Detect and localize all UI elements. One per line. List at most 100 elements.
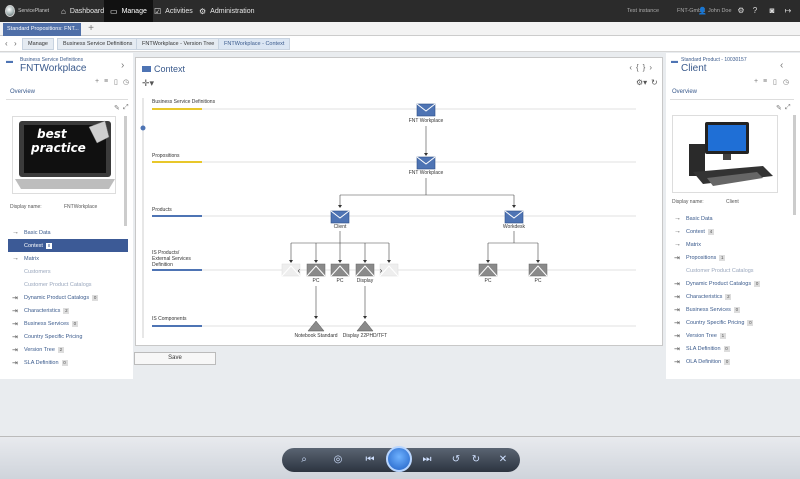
left-item[interactable]: ⇥ Characteristics 2 xyxy=(8,304,128,317)
left-item[interactable]: → Basic Data xyxy=(8,226,128,239)
count-badge: 0 xyxy=(747,319,754,326)
arrow-icon: ⇥ xyxy=(12,307,18,315)
scroll-left-icon: ‹ xyxy=(298,266,301,275)
expand-icon[interactable]: ⤢ xyxy=(123,104,129,112)
expand-icon[interactable]: ⤢ xyxy=(785,104,791,112)
nav-administration[interactable]: ⚙ Administration xyxy=(193,0,261,22)
list-icon[interactable]: ≡ xyxy=(763,78,767,85)
display-name-label: Display name: xyxy=(672,199,704,205)
connector-arrow xyxy=(486,260,490,263)
right-item[interactable]: ⇥ Propositions 1 xyxy=(670,251,794,264)
left-relations-list: → Basic Data Context 8 → Matrix Customers Custo… xyxy=(8,226,128,369)
left-scrollbar[interactable] xyxy=(124,116,127,226)
settings-icon[interactable]: ⚙ xyxy=(736,6,746,16)
divider xyxy=(6,99,128,100)
left-item[interactable]: Context 8 xyxy=(8,239,128,252)
list-item-label: Business Services 0 xyxy=(686,306,740,313)
chevron-right-icon[interactable]: › xyxy=(121,60,124,71)
nav-manage[interactable]: ▭ Manage xyxy=(104,0,153,22)
right-item[interactable]: ⇥ SLA Definition 0 xyxy=(670,342,794,355)
right-item[interactable]: → Context 4 xyxy=(670,225,794,238)
list-item-label: Basic Data xyxy=(24,229,51,236)
camera-icon[interactable]: ◙ xyxy=(767,6,777,16)
node-label: Notebook Standard xyxy=(294,333,337,339)
left-item[interactable]: ⇥ Country Specific Pricing xyxy=(8,330,128,343)
product-icon: ▬ xyxy=(671,58,678,65)
nav-dashboard[interactable]: ⌂ Dashboard xyxy=(55,0,110,22)
nav-activities-label: Activities xyxy=(165,7,193,15)
arrow-icon: → xyxy=(12,229,19,236)
delete-icon[interactable]: ✕ xyxy=(497,454,509,466)
right-item[interactable]: ⇥ Version Tree 1 xyxy=(670,329,794,342)
back-arrow-icon[interactable]: ‹ xyxy=(5,39,8,48)
breadcrumb-business-service-definitions[interactable]: Business Service Definitions xyxy=(57,38,139,50)
right-relations-list: → Basic Data → Context 4 → Matrix ⇥ Propositions… xyxy=(670,212,794,368)
list-item-label: Dynamic Product Catalogs 0 xyxy=(686,280,761,287)
nav-activities[interactable]: ☑ Activities xyxy=(148,0,199,22)
edit-icon[interactable]: ✎ xyxy=(776,104,782,112)
left-item[interactable]: ⇥ Version Tree 2 xyxy=(8,343,128,356)
help-icon[interactable]: ? xyxy=(750,6,760,16)
add-icon[interactable]: + xyxy=(754,78,758,85)
add-icon[interactable]: + xyxy=(95,78,99,85)
breadcrumb-manage[interactable]: Manage xyxy=(22,38,54,50)
serviceplanet-logo[interactable]: ServicePlanet xyxy=(5,4,49,18)
list-item-label: Customer Product Catalogs xyxy=(686,267,754,274)
previous-icon[interactable]: ⏮ xyxy=(364,454,376,466)
zoom-icon[interactable]: ⌕ xyxy=(298,454,310,466)
left-item[interactable]: ⇥ SLA Definition 0 xyxy=(8,356,128,369)
logout-icon[interactable]: ↦ xyxy=(783,6,793,16)
right-item[interactable]: Customer Product Catalogs xyxy=(670,264,794,277)
connector-arrow xyxy=(314,260,318,263)
breadcrumb-version-tree[interactable]: FNTWorkplace - Version Tree xyxy=(136,38,221,50)
right-item[interactable]: ⇥ Business Services 0 xyxy=(670,303,794,316)
node-label: Workdesk xyxy=(503,224,526,230)
arrow-icon: ⇥ xyxy=(674,345,680,353)
clipboard-icon[interactable]: ▯ xyxy=(114,78,118,86)
breadcrumb-context[interactable]: FNTWorkplace - Context xyxy=(218,38,291,50)
list-item-label: Customer Product Catalogs xyxy=(24,281,92,288)
chevron-left-icon[interactable]: ‹ xyxy=(780,60,783,71)
arrow-icon: ⇥ xyxy=(12,359,18,367)
right-scrollbar[interactable] xyxy=(793,115,796,215)
rotate-left-icon[interactable]: ↺ xyxy=(450,454,462,466)
clipboard-icon[interactable]: ▯ xyxy=(773,78,777,86)
add-tab-icon[interactable]: + xyxy=(84,23,98,35)
left-item[interactable]: ⇥ Business Services 0 xyxy=(8,317,128,330)
arrow-icon: → xyxy=(674,215,681,222)
right-overview-link[interactable]: Overview xyxy=(672,89,697,95)
logo-text: ServicePlanet xyxy=(18,8,49,14)
save-button[interactable]: Save xyxy=(134,352,216,365)
right-item[interactable]: ⇥ Dynamic Product Catalogs 0 xyxy=(670,277,794,290)
right-item[interactable]: ⇥ OLA Definition 0 xyxy=(670,355,794,368)
forward-arrow-icon[interactable]: › xyxy=(14,39,17,48)
history-icon[interactable]: ◷ xyxy=(123,78,129,86)
left-item[interactable]: Customer Product Catalogs xyxy=(8,278,128,291)
left-item[interactable]: ⇥ Dynamic Product Catalogs 0 xyxy=(8,291,128,304)
count-badge: 0 xyxy=(61,359,68,366)
right-item[interactable]: ⇥ Characteristics 2 xyxy=(670,290,794,303)
left-item[interactable]: Customers xyxy=(8,265,128,278)
right-item[interactable]: → Basic Data xyxy=(670,212,794,225)
arrow-icon: ⇥ xyxy=(674,293,680,301)
node-label: Display xyxy=(357,278,374,284)
next-icon[interactable]: ⏭ xyxy=(421,454,433,466)
edit-icon[interactable]: ✎ xyxy=(114,104,120,112)
rotate-right-icon[interactable]: ↻ xyxy=(470,454,482,466)
left-overview-link[interactable]: Overview xyxy=(10,89,35,95)
list-icon[interactable]: ≡ xyxy=(104,78,108,85)
node-label: Client xyxy=(334,224,347,230)
history-icon[interactable]: ◷ xyxy=(783,78,789,86)
right-item[interactable]: → Matrix xyxy=(670,238,794,251)
user-name[interactable]: John Doe xyxy=(708,0,732,22)
tab-standard-propositions[interactable]: Standard Propositions: FNT... xyxy=(3,23,81,36)
right-item[interactable]: ⇥ Country Specific Pricing 0 xyxy=(670,316,794,329)
connector-arrow xyxy=(338,205,342,208)
instance-label: Test instance xyxy=(627,8,660,14)
fit-icon[interactable]: ◎ xyxy=(332,454,344,466)
slideshow-button[interactable] xyxy=(386,446,412,472)
layer-label: Business Service Definitions xyxy=(152,99,216,105)
left-item[interactable]: → Matrix xyxy=(8,252,128,265)
count-badge: 4 xyxy=(707,228,714,235)
current-layer-dot xyxy=(140,125,146,131)
